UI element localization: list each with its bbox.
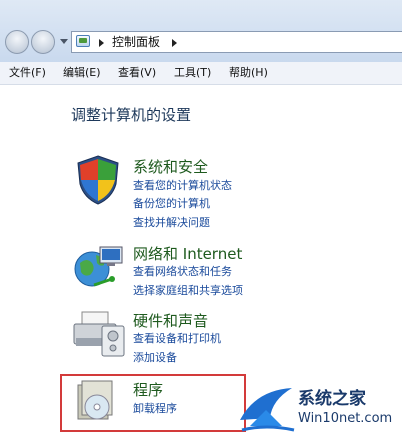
- menu-edit[interactable]: 编辑(E): [63, 65, 101, 81]
- page-title: 调整计算机的设置: [71, 106, 192, 124]
- forward-button[interactable]: [31, 30, 55, 54]
- menu-bar: 文件(F) 编辑(E) 查看(V) 工具(T) 帮助(H): [0, 62, 402, 85]
- recent-pages-dropdown[interactable]: [60, 39, 68, 44]
- shield-icon[interactable]: [74, 154, 122, 206]
- link-add-device[interactable]: 添加设备: [133, 351, 177, 365]
- link-find-fix-problems[interactable]: 查找并解决问题: [133, 216, 210, 230]
- link-homegroup-sharing[interactable]: 选择家庭组和共享选项: [133, 284, 243, 298]
- watermark-title: 系统之家: [298, 389, 366, 409]
- navigation-bar: 控制面板: [0, 0, 402, 62]
- watermark: 系统之家 Win10net.com: [236, 380, 402, 434]
- category-network-internet[interactable]: 网络和 Internet: [133, 243, 242, 264]
- menu-tools[interactable]: 工具(T): [174, 65, 211, 81]
- link-uninstall-program[interactable]: 卸载程序: [133, 402, 177, 416]
- breadcrumb-arrow-icon[interactable]: [172, 39, 177, 47]
- menu-view[interactable]: 查看(V): [118, 65, 156, 81]
- watermark-house-logo: [240, 388, 295, 432]
- control-panel-icon: [76, 35, 90, 47]
- category-hardware-sound[interactable]: 硬件和声音: [133, 310, 208, 331]
- menu-help[interactable]: 帮助(H): [229, 65, 268, 81]
- menu-file[interactable]: 文件(F): [9, 65, 46, 81]
- back-button[interactable]: [5, 30, 29, 54]
- programs-box-icon[interactable]: [74, 379, 118, 423]
- link-view-devices-printers[interactable]: 查看设备和打印机: [133, 332, 221, 346]
- breadcrumb-arrow-icon[interactable]: [99, 39, 104, 47]
- printer-icon[interactable]: [72, 308, 126, 358]
- link-backup-computer[interactable]: 备份您的计算机: [133, 197, 210, 211]
- breadcrumb-control-panel[interactable]: 控制面板: [112, 34, 160, 50]
- watermark-url: Win10net.com: [298, 411, 393, 426]
- address-bar[interactable]: 控制面板: [71, 31, 402, 53]
- category-programs[interactable]: 程序: [133, 379, 163, 400]
- network-globe-icon[interactable]: [72, 241, 124, 291]
- link-view-network-status[interactable]: 查看网络状态和任务: [133, 265, 232, 279]
- link-view-computer-status[interactable]: 查看您的计算机状态: [133, 179, 232, 193]
- category-system-security[interactable]: 系统和安全: [133, 156, 208, 177]
